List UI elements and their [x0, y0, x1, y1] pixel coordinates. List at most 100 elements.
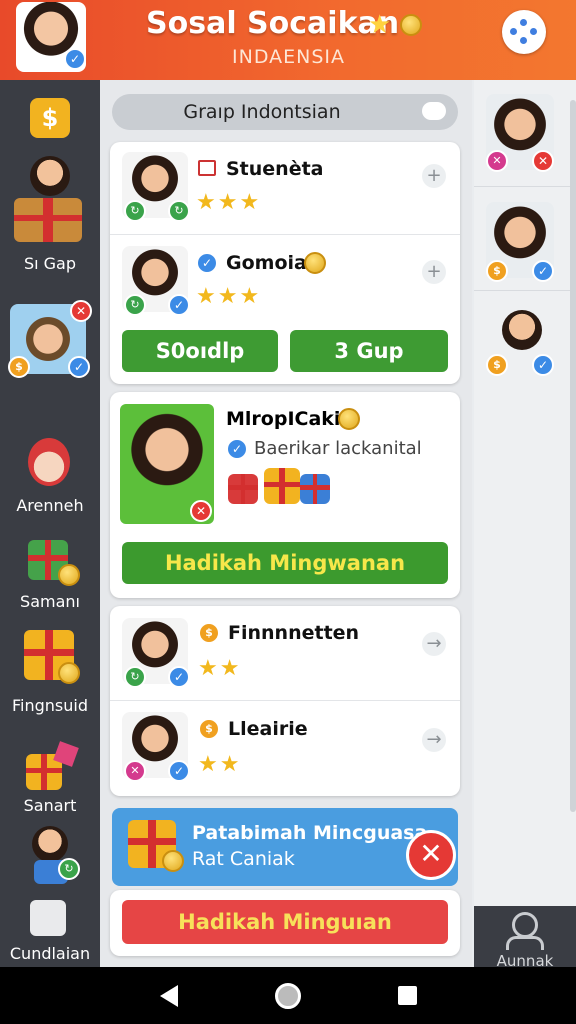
rating-stars: ★★★ [196, 284, 262, 309]
coin-icon: $ [198, 622, 220, 644]
coin-icon: $ [486, 260, 508, 282]
refresh-icon: ↻ [168, 200, 190, 222]
back-icon[interactable] [160, 985, 178, 1007]
sidebar-item-label: Arenneh [16, 496, 84, 515]
button-label: Hadikah Minguıan [178, 910, 392, 934]
home-icon[interactable] [275, 983, 301, 1009]
sidebar-item-label: Sanart [23, 796, 77, 815]
user-icon [512, 912, 538, 938]
sidebar-item-friends[interactable]: ↻ [0, 826, 100, 886]
main-panel: Graıp Indontsian ↻ ↻ Stuenèta ★★★ + ↻ ✓ … [100, 80, 472, 967]
wallet-icon: $ [30, 98, 70, 138]
banner-title: Patabimah Mincguasa [192, 822, 428, 844]
verified-icon: ✓ [196, 252, 218, 274]
id-card-icon [198, 160, 216, 176]
coin-icon: $ [486, 354, 508, 376]
friend-name: Stuenèta [226, 158, 324, 180]
account-tab[interactable]: Aunnak [474, 906, 576, 970]
gift-title: MlropICakis [226, 408, 352, 430]
list-item[interactable]: ↻ ↻ Stuenèta ★★★ + [110, 142, 460, 234]
sidebar-item-gap[interactable]: Sı Gap [0, 154, 100, 274]
sidebar-item-sanart[interactable]: Sanart [0, 740, 100, 820]
verified-icon: ✓ [64, 48, 86, 70]
sidebar-item-friend[interactable]: ✕ $ ✓ [0, 300, 100, 380]
system-navbar [0, 967, 576, 1024]
check-icon: ✓ [168, 760, 190, 782]
promo-banner[interactable]: Patabimah Mincguasa Rat Caniak ✕ [112, 808, 458, 886]
recent-apps-icon[interactable] [398, 986, 417, 1005]
coin-icon [338, 408, 360, 430]
list-item[interactable]: ✕ ✕ [474, 80, 576, 186]
primary-action-button[interactable]: S0oıdlp [122, 330, 278, 372]
friends-card: ↻ ↻ Stuenèta ★★★ + ↻ ✓ ✓ Gomoial ★★★ + S… [110, 142, 460, 384]
check-icon: ✓ [532, 260, 554, 282]
rating-stars: ★★ [198, 656, 242, 681]
user-icon-body [506, 936, 544, 950]
verified-icon: ✓ [226, 438, 248, 460]
add-icon[interactable]: + [422, 260, 446, 284]
coin-icon: $ [198, 718, 220, 740]
box-icon [14, 198, 82, 242]
group-action-button[interactable]: 3 Gup [290, 330, 448, 372]
check-icon: ✓ [68, 356, 90, 378]
star-icon: ★ [368, 10, 392, 40]
sidebar-item-cundlaian[interactable]: Cundlaian [0, 900, 100, 966]
rating-stars: ★★★ [196, 190, 262, 215]
weekly-gift-button[interactable]: Hadikah Mingwanan [122, 542, 448, 584]
avatar [502, 310, 542, 350]
app-subtitle: INDAENSIA [232, 46, 345, 68]
search-text: Graıp Indontsian [183, 101, 341, 123]
scrollbar[interactable] [570, 100, 576, 812]
member-name: Finnnnetten [228, 622, 360, 644]
member-name: Lleairie [228, 718, 308, 740]
tool-icon: ✕ [124, 760, 146, 782]
close-icon[interactable]: ✕ [406, 830, 456, 880]
members-card: ↻ ✓ $ Finnnnetten ★★ → ✕ ✓ $ Lleairie ★★… [110, 606, 460, 796]
gift-icon [264, 468, 300, 504]
search-bar[interactable]: Graıp Indontsian [112, 94, 458, 130]
rating-stars: ★★ [198, 752, 242, 777]
button-label: Hadikah Mingwanan [164, 551, 406, 575]
refresh-icon: ↻ [58, 858, 80, 880]
close-icon[interactable]: ✕ [190, 500, 212, 522]
action-label: S0oıdlp [155, 339, 245, 363]
coin-icon [400, 14, 422, 36]
friend-name: Gomoial [226, 252, 314, 274]
gift-card: ✕ MlropICakis ✓ Baerikar lackanital Hadi… [110, 392, 460, 598]
menu-button[interactable] [502, 10, 546, 54]
sidebar-item-arenneh[interactable]: Arenneh [0, 436, 100, 516]
sidebar-item-wallet[interactable]: $ [0, 96, 100, 146]
gamepad-icon[interactable] [422, 102, 446, 120]
sidebar-item-label: Cundlaian [9, 944, 91, 963]
left-sidebar: $ Sı Gap ✕ $ ✓ Arenneh Samanı Fingnsuid … [0, 80, 100, 967]
sidebar-item-label: Samanı [20, 592, 80, 611]
coin-icon [162, 850, 184, 872]
list-item[interactable]: $ ✓ [474, 186, 576, 290]
check-icon: ✓ [532, 354, 554, 376]
close-icon[interactable]: ✕ [70, 300, 92, 322]
sidebar-item-label: Sı Gap [23, 254, 77, 273]
avatar [32, 826, 68, 862]
list-item[interactable]: ↻ ✓ $ Finnnnetten ★★ → [110, 606, 460, 700]
list-item[interactable]: ↻ ✓ ✓ Gomoial ★★★ + [110, 234, 460, 328]
list-item[interactable]: ✕ ✓ $ Lleairie ★★ → [110, 700, 460, 794]
refresh-icon: ↻ [124, 200, 146, 222]
check-icon: ✓ [168, 666, 190, 688]
tool-icon: ✕ [486, 150, 508, 172]
refresh-icon: ↻ [124, 294, 146, 316]
sidebar-item-samani[interactable]: Samanı [0, 536, 100, 616]
check-icon: ✓ [168, 294, 190, 316]
chat-icon [30, 900, 66, 936]
coin-icon [58, 564, 80, 586]
gift-icon [228, 474, 258, 504]
sidebar-item-fingnsuid[interactable]: Fingnsuid [0, 626, 100, 726]
action-label: 3 Gup [334, 339, 404, 363]
list-item[interactable]: $ ✓ [474, 290, 576, 386]
close-icon[interactable]: ✕ [532, 150, 554, 172]
weekly-reward-button[interactable]: Hadikah Minguıan [122, 900, 448, 944]
gift-icon [300, 474, 330, 504]
arrow-right-icon[interactable]: → [422, 728, 446, 752]
arrow-right-icon[interactable]: → [422, 632, 446, 656]
coin-icon [304, 252, 326, 274]
add-icon[interactable]: + [422, 164, 446, 188]
